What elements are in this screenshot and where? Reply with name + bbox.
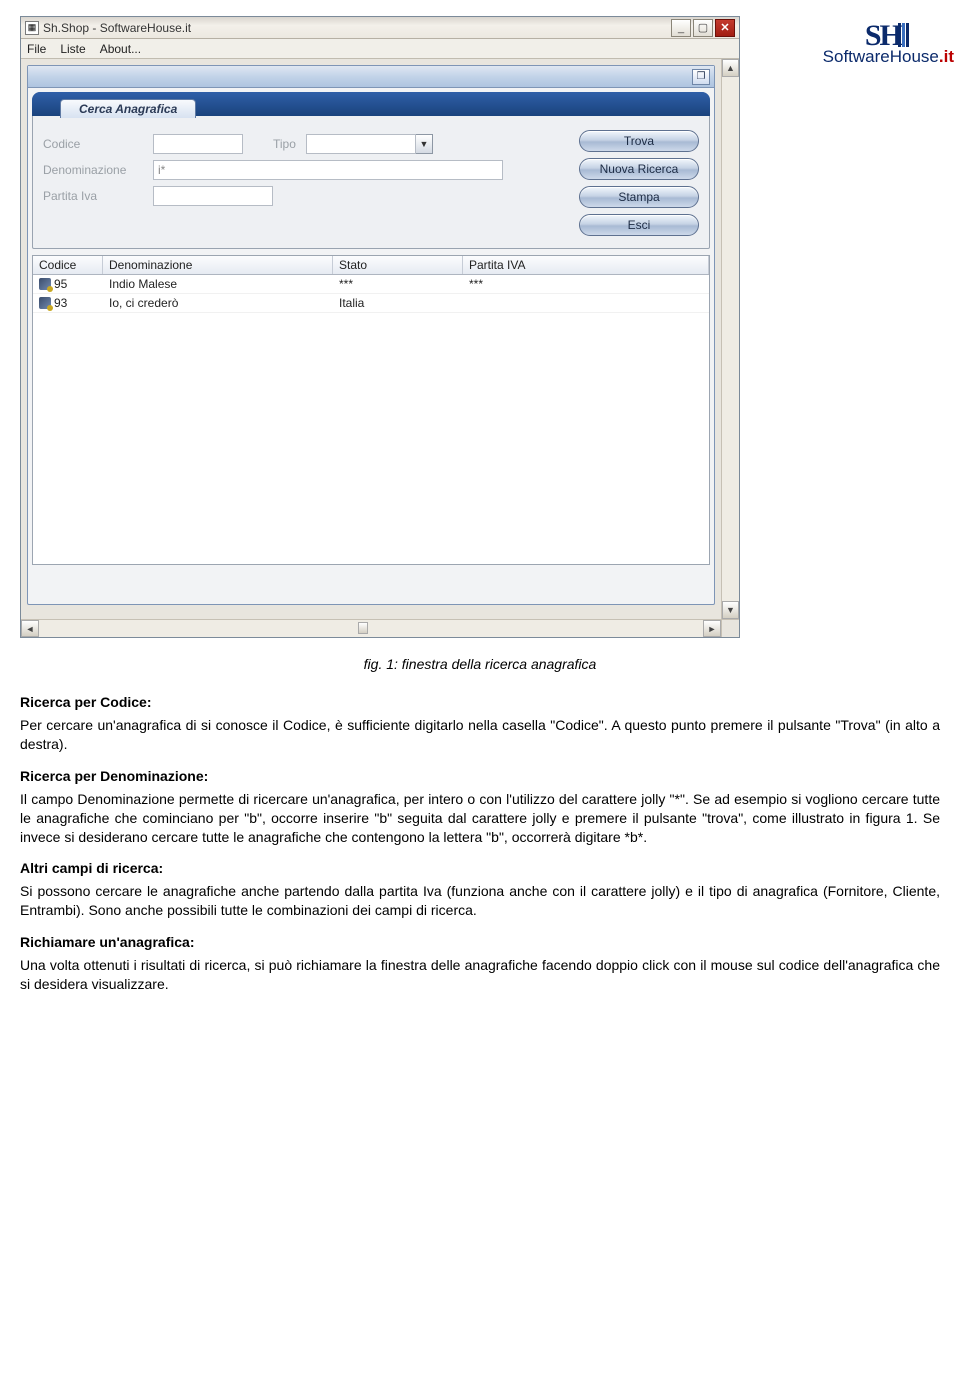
child-window: ❐ Cerca Anagrafica Codice — [27, 65, 715, 605]
close-button[interactable]: ✕ — [715, 19, 735, 37]
nuova-ricerca-button[interactable]: Nuova Ricerca — [579, 158, 699, 180]
grid-header-row: Codice Denominazione Stato Partita IVA — [33, 256, 709, 275]
client-area: ❐ Cerca Anagrafica Codice — [21, 59, 739, 619]
scroll-down-icon[interactable]: ▼ — [722, 601, 739, 619]
menubar: File Liste About... — [21, 39, 739, 59]
esci-button[interactable]: Esci — [579, 214, 699, 236]
cell-stato: Italia — [333, 295, 463, 311]
cell-partita-iva — [463, 295, 709, 311]
grid-header-stato[interactable]: Stato — [333, 256, 463, 274]
label-tipo: Tipo — [243, 137, 306, 151]
grid-header-codice[interactable]: Codice — [33, 256, 103, 274]
cell-stato: *** — [333, 276, 463, 292]
brand-text-main: SoftwareHouse — [823, 47, 939, 66]
cell-codice: 93 — [33, 295, 103, 311]
table-row[interactable]: 93Io, ci crederòItalia — [33, 294, 709, 313]
search-panel: Cerca Anagrafica Codice Tipo — [32, 92, 710, 249]
para-richiamare: Una volta ottenuti i risultati di ricerc… — [20, 956, 940, 994]
heading-richiamare: Richiamare un'anagrafica: — [20, 934, 940, 950]
panel-title: Cerca Anagrafica — [60, 99, 196, 118]
figure-caption: fig. 1: finestra della ricerca anagrafic… — [20, 656, 940, 672]
stampa-button[interactable]: Stampa — [579, 186, 699, 208]
para-ricerca-codice: Per cercare un'anagrafica di si conosce … — [20, 716, 940, 754]
cell-partita-iva: *** — [463, 276, 709, 292]
input-codice[interactable] — [153, 134, 243, 154]
cell-codice: 95 — [33, 276, 103, 292]
brand-text: SoftwareHouse.it — [823, 47, 954, 67]
tipo-dropdown-button[interactable]: ▼ — [416, 134, 433, 154]
window-title: Sh.Shop - SoftwareHouse.it — [43, 21, 671, 35]
label-denominazione: Denominazione — [43, 163, 153, 177]
scroll-right-icon[interactable]: ► — [703, 620, 721, 637]
menu-liste[interactable]: Liste — [60, 42, 85, 56]
heading-altri-campi: Altri campi di ricerca: — [20, 860, 940, 876]
scroll-thumb-h[interactable] — [358, 622, 368, 634]
cell-denominazione: Io, ci crederò — [103, 295, 333, 311]
row-icon — [39, 297, 51, 309]
heading-ricerca-codice: Ricerca per Codice: — [20, 694, 940, 710]
trova-button[interactable]: Trova — [579, 130, 699, 152]
scroll-track-v[interactable] — [722, 77, 739, 601]
brand-logo: SH SoftwareHouse.it — [823, 22, 954, 67]
menu-about[interactable]: About... — [100, 42, 141, 56]
child-restore-button[interactable]: ❐ — [692, 69, 710, 85]
input-denominazione[interactable]: i* — [153, 160, 503, 180]
panel-header: Cerca Anagrafica — [32, 92, 710, 116]
brand-text-suffix: .it — [939, 47, 954, 66]
label-codice: Codice — [43, 137, 153, 151]
maximize-button[interactable]: ▢ — [693, 19, 713, 37]
label-partita-iva: Partita Iva — [43, 189, 153, 203]
para-ricerca-denominazione: Il campo Denominazione permette di ricer… — [20, 790, 940, 847]
child-titlebar: ❐ — [28, 66, 714, 88]
outer-scroll-horizontal[interactable]: ◄ ► — [21, 619, 739, 637]
scroll-track-h[interactable] — [39, 620, 703, 637]
grid-header-partita-iva[interactable]: Partita IVA — [463, 256, 709, 274]
row-icon — [39, 278, 51, 290]
scroll-left-icon[interactable]: ◄ — [21, 620, 39, 637]
scroll-up-icon[interactable]: ▲ — [722, 59, 739, 77]
table-row[interactable]: 95Indio Malese****** — [33, 275, 709, 294]
titlebar: ▦ Sh.Shop - SoftwareHouse.it _ ▢ ✕ — [21, 17, 739, 39]
input-tipo[interactable] — [306, 134, 416, 154]
minimize-button[interactable]: _ — [671, 19, 691, 37]
cell-denominazione: Indio Malese — [103, 276, 333, 292]
results-grid: Codice Denominazione Stato Partita IVA 9… — [32, 255, 710, 565]
app-window: ▦ Sh.Shop - SoftwareHouse.it _ ▢ ✕ File … — [20, 16, 740, 638]
app-icon: ▦ — [25, 21, 39, 35]
para-altri-campi: Si possono cercare le anagrafiche anche … — [20, 882, 940, 920]
brand-mark: SH — [823, 22, 954, 49]
grid-header-denominazione[interactable]: Denominazione — [103, 256, 333, 274]
menu-file[interactable]: File — [27, 42, 46, 56]
scroll-corner — [721, 620, 739, 637]
input-partita-iva[interactable] — [153, 186, 273, 206]
outer-scroll-vertical[interactable]: ▲ ▼ — [721, 59, 739, 619]
heading-ricerca-denominazione: Ricerca per Denominazione: — [20, 768, 940, 784]
